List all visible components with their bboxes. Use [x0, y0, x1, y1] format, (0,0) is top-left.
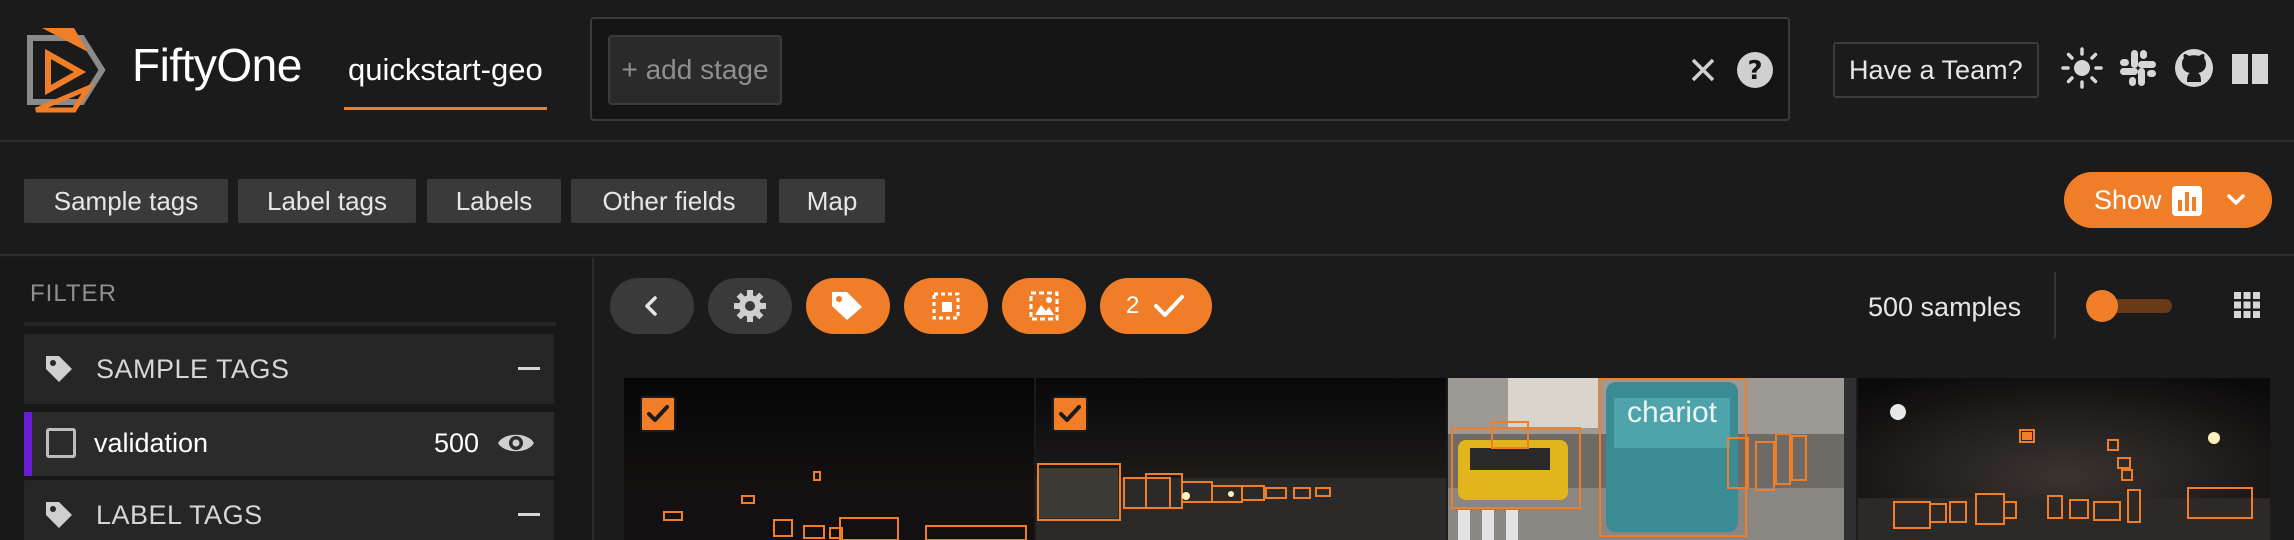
tag-icon	[46, 356, 72, 382]
tag-checkbox[interactable]	[46, 428, 76, 458]
gear-icon	[734, 290, 766, 322]
tag-count: 500	[434, 428, 480, 458]
tab-other-fields[interactable]: Other fields	[571, 179, 767, 223]
close-icon[interactable]	[1682, 49, 1724, 91]
tab-map[interactable]: Map	[779, 179, 885, 223]
check-icon	[1059, 405, 1081, 422]
thumbnail-image: chariot	[1448, 378, 1856, 540]
sample-thumbnail[interactable]: chariot	[1448, 378, 1856, 540]
have-a-team-button[interactable]: Have a Team?	[1833, 42, 2039, 98]
tag-label: validation	[94, 428, 209, 458]
tag-button[interactable]	[806, 278, 890, 334]
selected-samples-button[interactable]: 2	[1100, 278, 1212, 334]
thumbnail-image	[624, 378, 1034, 540]
thumbnail-image	[1858, 378, 2270, 540]
bar-chart-icon	[2172, 186, 2202, 216]
tag-icon	[832, 292, 862, 320]
field-tabs-row: Sample tags Label tags Labels Other fiel…	[0, 144, 2294, 256]
view-bar[interactable]: + add stage ?	[590, 17, 1790, 121]
logo-icon[interactable]	[22, 24, 106, 116]
check-icon	[647, 405, 669, 422]
eye-icon[interactable]	[496, 426, 536, 460]
sample-count: 500 samples	[1868, 292, 2022, 322]
filter-divider	[24, 322, 556, 326]
sample-tags-group-header[interactable]: SAMPLE TAGS	[24, 334, 554, 404]
tab-sample-tags[interactable]: Sample tags	[24, 179, 228, 223]
thumbnail-image	[1036, 378, 1446, 540]
chevron-left-icon	[645, 296, 657, 316]
tab-label-tags[interactable]: Label tags	[238, 179, 416, 223]
filter-sidebar: FILTER SAMPLE TAGS validation 500 LABEL …	[0, 258, 594, 540]
main-grid-panel: 2 500 samples chariot	[596, 258, 2294, 540]
sample-thumbnail[interactable]	[624, 378, 1034, 540]
sun-icon[interactable]	[2060, 46, 2104, 90]
help-icon[interactable]: ?	[1734, 49, 1776, 91]
show-button-label: Show	[2094, 185, 2162, 215]
collapse-icon[interactable]	[518, 367, 540, 370]
selected-count: 2	[1126, 292, 1140, 319]
slack-icon[interactable]	[2116, 46, 2160, 90]
show-button[interactable]: Show	[2064, 172, 2272, 228]
dataset-selector[interactable]: quickstart-geo	[344, 46, 547, 110]
sample-tags-title: SAMPLE TAGS	[96, 354, 290, 384]
label-tags-title: LABEL TAGS	[96, 500, 263, 530]
chevron-down-icon	[2227, 194, 2245, 205]
label-tags-group-header[interactable]: LABEL TAGS	[24, 480, 554, 540]
select-checkbox[interactable]	[640, 396, 676, 432]
brand-name[interactable]: FiftyOne	[132, 38, 302, 92]
sample-tag-row[interactable]: validation 500	[24, 412, 554, 476]
back-button[interactable]	[610, 278, 694, 334]
similarity-button[interactable]	[1002, 278, 1086, 334]
grid-icon[interactable]	[2232, 290, 2262, 320]
tab-labels[interactable]: Labels	[427, 179, 561, 223]
van-sign-text: chariot	[1627, 396, 1718, 429]
add-stage-button[interactable]: + add stage	[608, 35, 782, 105]
check-icon	[1154, 295, 1184, 317]
tag-color-indicator	[24, 412, 32, 476]
image-icon	[1029, 291, 1059, 321]
filter-title: FILTER	[30, 280, 117, 307]
sample-thumbnail[interactable]	[1036, 378, 1446, 540]
toolbar-divider	[2054, 272, 2056, 338]
book-icon[interactable]	[2228, 46, 2272, 90]
crop-icon	[932, 292, 960, 320]
zoom-slider-thumb[interactable]	[2086, 290, 2118, 322]
tag-icon	[46, 502, 72, 528]
sample-thumbnail[interactable]	[1858, 378, 2270, 540]
svg-text:?: ?	[1747, 56, 1762, 86]
collapse-icon[interactable]	[518, 513, 540, 516]
github-icon[interactable]	[2172, 46, 2216, 90]
patches-button[interactable]	[904, 278, 988, 334]
top-header: FiftyOne quickstart-geo + add stage ? Ha…	[0, 0, 2294, 142]
select-checkbox[interactable]	[1052, 396, 1088, 432]
settings-button[interactable]	[708, 278, 792, 334]
